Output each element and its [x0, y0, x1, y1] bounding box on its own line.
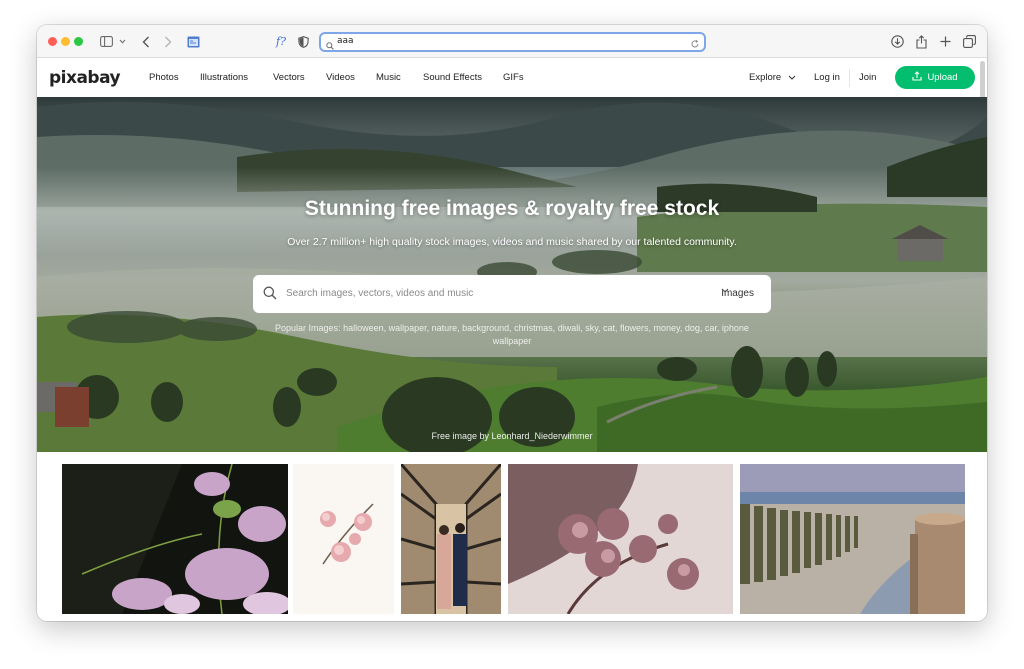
search-input[interactable]: Search images, vectors, videos and music [286, 288, 473, 299]
upload-label: Upload [927, 72, 958, 83]
browser-toolbar: f? aaa [37, 25, 987, 58]
nav-divider [849, 69, 850, 87]
search-icon [326, 37, 334, 55]
nav-sound-effects[interactable]: Sound Effects [423, 72, 482, 83]
upload-icon [912, 71, 922, 84]
nav-photos[interactable]: Photos [149, 72, 179, 83]
popular-searches[interactable]: Popular Images: halloween, wallpaper, na… [257, 322, 767, 348]
image-credit[interactable]: Free image by Leonhard_Niederwimmer [37, 431, 987, 441]
image-grid [37, 452, 987, 621]
nav-illustrations[interactable]: Illustrations [200, 72, 248, 83]
media-type-select[interactable]: Images [721, 288, 759, 299]
share-icon[interactable] [913, 33, 929, 50]
pixabay-logo[interactable]: pixabay [49, 68, 121, 88]
explore-label: Explore [749, 72, 782, 84]
reload-icon[interactable] [690, 36, 700, 54]
download-icon[interactable] [889, 33, 905, 50]
url-text[interactable]: aaa [337, 36, 354, 46]
plus-icon[interactable] [937, 33, 953, 50]
minimize-window-button[interactable] [61, 37, 70, 46]
chevron-down-icon[interactable] [117, 33, 127, 50]
nav-music[interactable]: Music [376, 72, 401, 83]
shield-icon[interactable] [296, 33, 310, 50]
site-header: pixabay Photos Illustrations Vectors Vid… [37, 59, 987, 97]
upload-button[interactable]: Upload [895, 66, 975, 89]
nav-vectors[interactable]: Vectors [273, 72, 305, 83]
login-link[interactable]: Log in [814, 72, 840, 83]
nav-gifs[interactable]: GIFs [503, 72, 524, 83]
search-box[interactable]: Search images, vectors, videos and music… [253, 275, 771, 313]
image-thumbnail[interactable] [740, 464, 965, 614]
join-link[interactable]: Join [859, 72, 876, 83]
forward-icon[interactable] [161, 33, 175, 50]
sidebar-icon[interactable] [98, 33, 114, 50]
image-thumbnail[interactable] [62, 464, 288, 614]
tabs-overview-icon[interactable] [961, 33, 977, 50]
nav-videos[interactable]: Videos [326, 72, 355, 83]
hero-subtitle: Over 2.7 million+ high quality stock ima… [287, 236, 737, 248]
hero-title: Stunning free images & royalty free stoc… [304, 197, 720, 220]
image-thumbnail[interactable] [293, 464, 394, 614]
close-window-button[interactable] [48, 37, 57, 46]
address-bar[interactable]: aaa [319, 32, 706, 52]
tab-icon[interactable] [185, 33, 201, 50]
chevron-down-icon [788, 72, 796, 83]
image-thumbnail[interactable] [401, 464, 501, 614]
zoom-window-button[interactable] [74, 37, 83, 46]
font-icon[interactable]: f? [273, 33, 289, 50]
browser-window: f? aaa pixabay Photos Illustrations Vect… [37, 25, 987, 621]
back-icon[interactable] [139, 33, 153, 50]
image-thumbnail[interactable] [508, 464, 733, 614]
explore-menu[interactable]: Explore [749, 72, 796, 83]
hero-section: Stunning free images & royalty free stoc… [37, 97, 987, 452]
